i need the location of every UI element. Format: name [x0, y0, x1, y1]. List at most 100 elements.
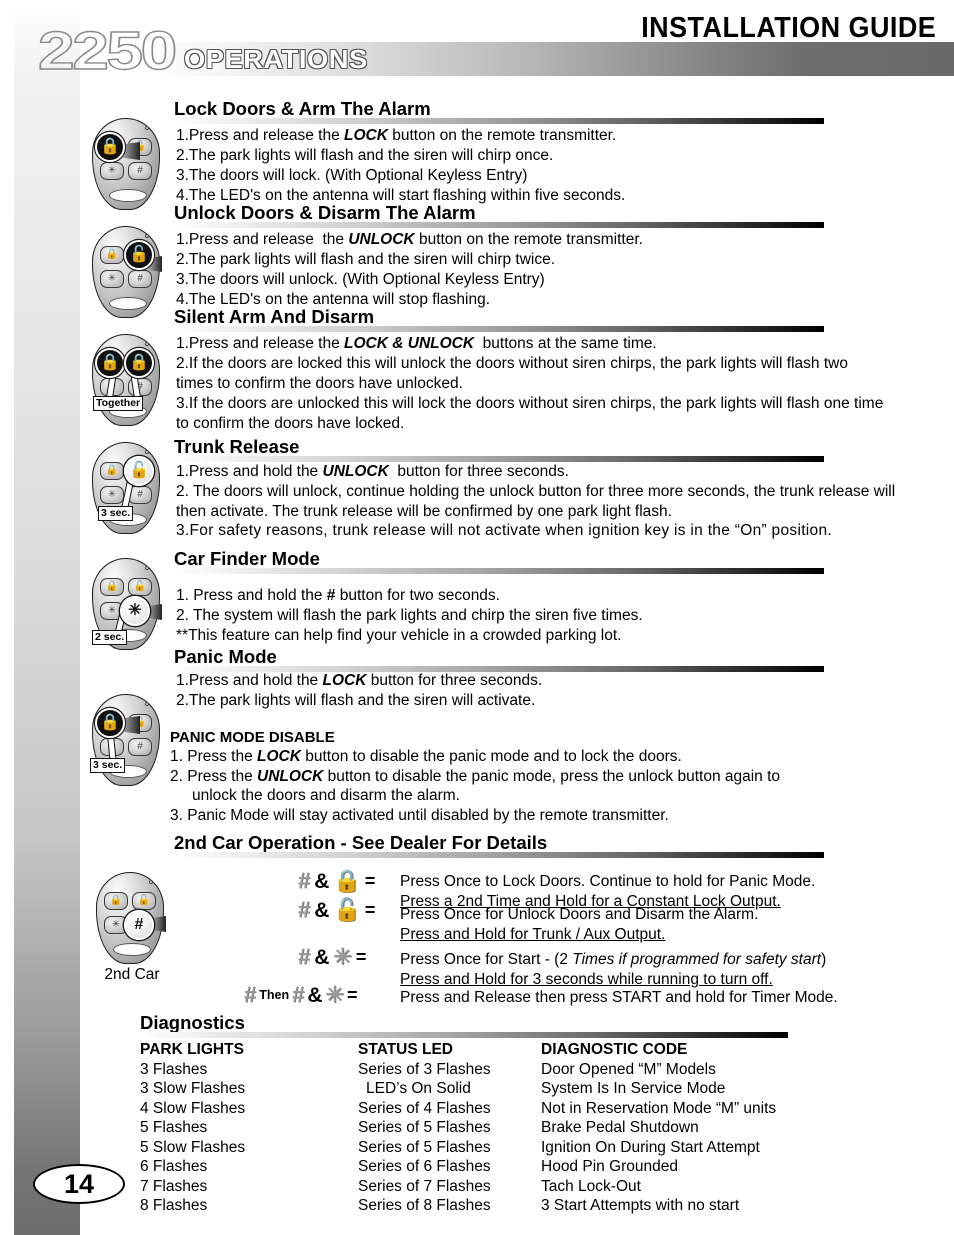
step-text: 1. Press the LOCK button to disable the …	[170, 748, 682, 765]
fob-button-hash-icon: #	[128, 270, 152, 288]
diag-cell: 3 Slow Flashes	[140, 1080, 246, 1097]
fob-car-finder: 🔒 🔓 ✳ ✳ 2 sec.	[86, 558, 166, 650]
diag-cell: 4 Slow Flashes	[140, 1099, 246, 1117]
step-text: 3.The doors will unlock. (With Optional …	[176, 271, 545, 288]
ampersand-icon: &	[314, 945, 330, 969]
highlight-lock-open-icon: 🔓	[124, 456, 154, 486]
combo-glyphs-row-1: # & 🔒 =	[298, 870, 375, 892]
diag-header-park-lights: PARK LIGHTS	[140, 1041, 244, 1058]
diag-cell: Series of 6 Flashes	[358, 1158, 491, 1175]
step-text: 1.Press and hold the LOCK button for thr…	[176, 672, 543, 689]
lock-open-icon: 🔓	[333, 897, 361, 922]
combo-text-a: Press Once for Start - (2	[400, 951, 573, 968]
diag-cell: Series of 8 Flashes	[358, 1197, 491, 1214]
fob-silent-arm: ✳ # 🔒 🔒 Together	[86, 334, 166, 426]
step-text: 2.If the doors are locked this will unlo…	[176, 355, 848, 392]
diag-cell: 3 Start Attempts with no start	[541, 1197, 740, 1214]
left-gradient-strip	[14, 0, 80, 1235]
fob-second-car: 🔒 🔓 ✳ # 2nd Car	[90, 872, 170, 983]
fob-button-lock-icon: 🔒	[100, 246, 124, 264]
combo-text-underlined: Press and Hold for 3 seconds while runni…	[400, 970, 773, 989]
fob-led-icon	[145, 702, 149, 706]
step-text: **This feature can help find your vehicl…	[176, 627, 622, 644]
diag-cell: 7 Flashes	[140, 1177, 208, 1195]
step-text: 2.The park lights will flash and the sir…	[176, 147, 554, 164]
equals-icon: =	[364, 900, 376, 920]
fob-button-hash-icon: #	[128, 162, 152, 180]
fob-button-lock-icon: 🔒	[100, 462, 124, 480]
hash-icon-2: #	[292, 982, 305, 1007]
fob-led-icon	[145, 566, 149, 570]
fob-panic-mode: 🔓 ✳ # 🔒 3 sec.	[86, 694, 166, 786]
step-text: 3.The doors will lock. (With Optional Ke…	[176, 167, 528, 184]
fob-led-icon	[145, 234, 149, 238]
diag-header-diagnostic-code: DIAGNOSTIC CODE	[541, 1041, 688, 1058]
step-text: 2. Press the UNLOCK button to disable th…	[170, 768, 781, 785]
page-number: 14	[33, 1164, 125, 1204]
combo-text: Press Once to Lock Doors. Continue to ho…	[400, 873, 816, 890]
diag-cell: 5 Slow Flashes	[140, 1138, 246, 1156]
equals-icon: =	[364, 871, 376, 891]
step-text: 1.Press and release the LOCK & UNLOCK bu…	[176, 335, 657, 352]
then-label: Then	[259, 987, 290, 1002]
fob-button-star-icon: ✳	[100, 162, 124, 180]
step-text: 2.The park lights will flash and the sir…	[176, 692, 536, 709]
fob-button-star-icon: ✳	[100, 270, 124, 288]
diag-cell: Series of 3 Flashes	[358, 1060, 491, 1078]
highlight-lock-closed-icon: 🔒	[95, 348, 125, 378]
equals-icon: =	[355, 947, 367, 967]
combo-text: Press and Release then press START and h…	[400, 989, 838, 1006]
combo-glyphs-row-4: # Then # & ✳ =	[244, 984, 357, 1006]
step-text: 1. Press and hold the # button for two s…	[176, 587, 500, 604]
diag-column-status-led: STATUS LED Series of 3 Flashes LED’s On …	[358, 1040, 491, 1216]
lock-closed-icon: 🔒	[333, 868, 361, 893]
heading-car-finder: Car Finder Mode	[174, 548, 320, 569]
combo-text: Press Once for Start - (2 Times if progr…	[400, 950, 826, 969]
rule-car-finder	[174, 568, 824, 574]
combo-text-underlined: Press and Hold for Trunk / Aux Output.	[400, 925, 665, 944]
fob-button-lock-icon: 🔒	[100, 578, 124, 596]
diag-header-status-led: STATUS LED	[358, 1041, 454, 1058]
subheading-panic-disable: PANIC MODE DISABLE	[170, 729, 335, 746]
hash-icon: #	[298, 944, 311, 969]
step-text: 2.The park lights will flash and the sir…	[176, 251, 556, 268]
highlight-hash-icon: #	[124, 910, 154, 940]
step-text: 1.Press and release the UNLOCK button on…	[176, 231, 643, 248]
ampersand-icon: &	[314, 898, 330, 922]
step-text: 1.Press and hold the UNLOCK button for t…	[176, 463, 569, 480]
heading-trunk-release: Trunk Release	[174, 436, 300, 457]
fob-tag-3sec: 3 sec.	[98, 506, 134, 521]
step-text: 3. Panic Mode will stay activated until …	[170, 807, 669, 824]
diag-cell: Series of 4 Flashes	[358, 1099, 491, 1117]
highlight-lock-open-icon: 🔓	[124, 240, 154, 270]
diag-cell: 6 Flashes	[140, 1158, 208, 1175]
fob-button-hash-icon: #	[128, 738, 152, 756]
heading-unlock-disarm: Unlock Doors & Disarm The Alarm	[174, 202, 476, 223]
diag-cell: 5 Flashes	[140, 1119, 208, 1136]
fob-trunk-release: 🔒 ✳ # 🔓 3 sec.	[86, 442, 166, 534]
heading-panic-mode: Panic Mode	[174, 646, 277, 667]
diag-cell: System Is In Service Mode	[541, 1080, 726, 1097]
diag-cell: Not in Reservation Mode “M” units	[541, 1099, 777, 1117]
diag-column-park-lights: PARK LIGHTS 3 Flashes 3 Slow Flashes 4 S…	[140, 1040, 245, 1216]
hash-icon: #	[244, 982, 257, 1007]
diag-cell: Series of 5 Flashes	[358, 1138, 491, 1156]
rule-silent-arm	[174, 326, 824, 332]
combo-text-italic: Times if programmed for safety start	[572, 951, 822, 968]
step-text: 2. The doors will unlock, continue holdi…	[176, 483, 896, 520]
rule-lock-arm	[174, 118, 824, 124]
highlight-lock-closed-icon: 🔒	[95, 708, 125, 738]
diag-cell: Door Opened “M” Models	[541, 1060, 716, 1078]
diag-cell: Series of 5 Flashes	[358, 1119, 491, 1136]
fob-button-unlock-icon: 🔓	[128, 578, 152, 596]
page-title: INSTALLATION GUIDE	[640, 12, 936, 44]
step-text: 2. The system will flash the park lights…	[176, 607, 643, 624]
fob-led-icon	[145, 450, 149, 454]
rule-diagnostics	[140, 1032, 788, 1038]
diag-cell: Tach Lock-Out	[541, 1177, 641, 1195]
installation-guide-page: INSTALLATION GUIDE 2250 OPERATIONS Lock …	[0, 0, 954, 1235]
fob-led-icon	[145, 126, 149, 130]
star-icon: ✳	[333, 944, 352, 969]
combo-glyphs-row-2: # & 🔓 =	[298, 899, 375, 921]
diag-cell: Series of 7 Flashes	[358, 1177, 491, 1195]
